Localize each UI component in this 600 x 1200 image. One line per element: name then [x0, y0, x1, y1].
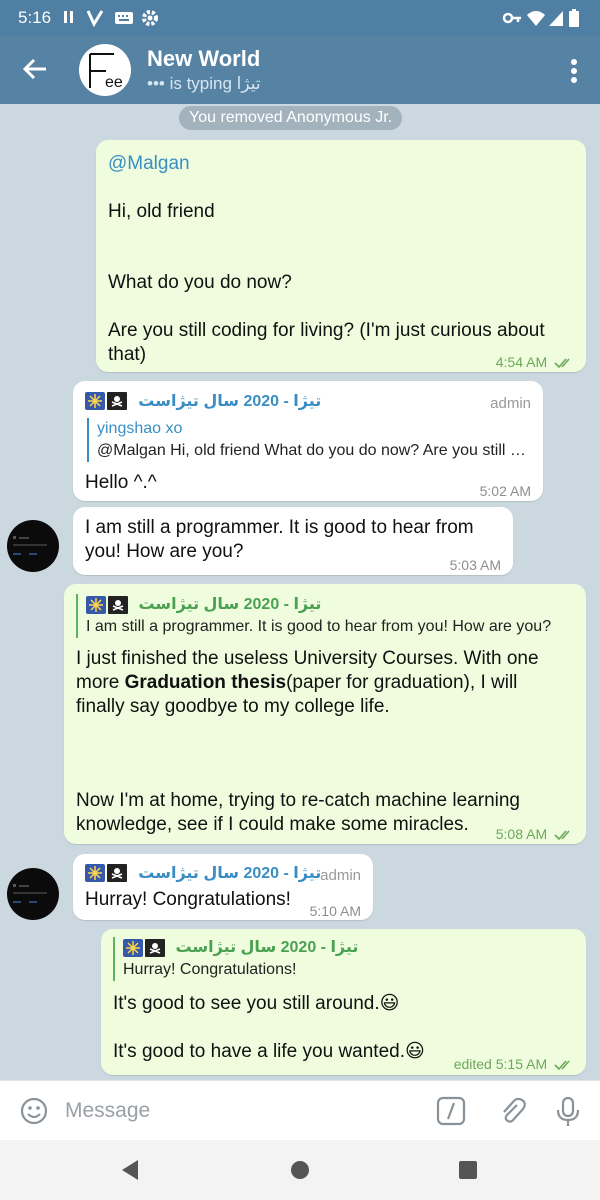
chat-header: ee New World ••• is typing تیژا [0, 36, 600, 104]
message-time: 5:02 AM [479, 483, 531, 499]
home-circle-icon[interactable] [289, 1159, 311, 1181]
message-text: It's good to see you still around.😃 [113, 993, 400, 1014]
message-text-line: more Graduation thesis(paper for graduat… [76, 671, 517, 695]
message-incoming-2[interactable]: تیژا - 2020 سال تیژاست admin yingshao xo… [73, 381, 543, 501]
reply-text: Hurray! Congratulations! [123, 961, 297, 978]
message-text: finally say goodbye to my college life. [76, 696, 390, 717]
message-text: you! How are you? [85, 541, 244, 562]
message-time: 4:54 AM [496, 350, 574, 374]
reply-author-row: تیژا - 2020 سال تیژاست [86, 594, 572, 616]
emoji-icon[interactable] [19, 1096, 49, 1126]
message-outgoing-6[interactable]: تیژا - 2020 سال تیژاست Hurray! Congratul… [101, 929, 586, 1075]
message-text: Hello ^.^ [85, 472, 157, 493]
message-outgoing-1[interactable]: @Malgan Hi, old friend What do you do no… [96, 140, 586, 372]
command-icon[interactable] [436, 1096, 466, 1126]
message-input[interactable]: Message [65, 1099, 150, 1123]
time-label: 5:08 AM [495, 826, 548, 842]
reply-text: I am still a programmer. It is good to h… [86, 618, 552, 635]
message-text: (paper for graduation), I will [286, 672, 518, 693]
double-check-icon [554, 830, 570, 841]
group-avatar-logo: ee [89, 53, 123, 91]
message-input-bar: Message [0, 1080, 600, 1140]
reply-author: yingshao xo [97, 420, 183, 437]
message-text: that) [108, 344, 147, 365]
reply-quote[interactable]: تیژا - 2020 سال تیژاست Hurray! Congratul… [113, 937, 573, 981]
chat-area[interactable]: You removed Anonymous Jr. @Malgan Hi, ol… [0, 104, 600, 1080]
message-text: knowledge, see if I could make some mira… [76, 814, 469, 835]
avatar[interactable] [7, 868, 59, 920]
message-text: Hi, old friend [108, 201, 215, 222]
message-text: I am still a programmer. It is good to h… [85, 517, 474, 538]
signal-icon [549, 11, 563, 26]
message-text: Are you still coding for living? (I'm ju… [108, 320, 545, 341]
group-avatar[interactable]: ee [79, 44, 131, 96]
avatar-image [13, 536, 47, 555]
chat-title[interactable]: New World [147, 46, 260, 72]
mention-link[interactable]: @Malgan [108, 152, 190, 176]
message-time: 5:08 AM [496, 822, 574, 846]
message-incoming-3[interactable]: I am still a programmer. It is good to h… [73, 507, 513, 575]
message-text: It's good to have a life you wanted.😃 [113, 1041, 425, 1062]
pause-icon [64, 11, 73, 23]
double-check-icon [554, 358, 570, 369]
message-time: edited 5:15 AM [454, 1052, 574, 1076]
message-text: What do you do now? [108, 272, 292, 293]
recents-square-icon[interactable] [458, 1160, 478, 1180]
battery-icon [569, 9, 579, 27]
message-incoming-5[interactable]: تیژا - 2020 سال تیژاست admin Hurray! Con… [73, 854, 373, 920]
typing-status: ••• is typing تیژا [147, 74, 261, 93]
sender-name[interactable]: تیژا - 2020 سال تیژاست [138, 393, 321, 410]
reply-text: @Malgan Hi, old friend What do you do no… [97, 442, 529, 459]
mic-icon[interactable] [555, 1096, 581, 1128]
back-arrow-icon[interactable] [22, 56, 48, 82]
time-label: edited 5:15 AM [453, 1056, 548, 1072]
double-check-icon [554, 1060, 570, 1071]
gear-icon [142, 10, 158, 26]
flag-icons [86, 595, 128, 614]
attach-icon[interactable] [497, 1096, 527, 1126]
bold-text: Graduation thesis [124, 672, 287, 693]
system-nav-bar [0, 1140, 600, 1200]
reply-quote[interactable]: yingshao xo @Malgan Hi, old friend What … [87, 418, 529, 462]
admin-badge: admin [320, 867, 361, 884]
time-label: 4:54 AM [495, 354, 548, 370]
avatar-text: ee [105, 74, 123, 91]
sender-row: تیژا - 2020 سال تیژاست [85, 389, 321, 414]
sender-row: تیژا - 2020 سال تیژاست [85, 861, 321, 886]
reply-author: تیژا - 2020 سال تیژاست [175, 939, 359, 956]
message-text: I just finished the useless University C… [76, 648, 539, 669]
flag-icons [85, 391, 127, 410]
reply-quote[interactable]: تیژا - 2020 سال تیژاست I am still a prog… [76, 594, 572, 638]
wifi-icon [527, 11, 545, 26]
key-icon [502, 12, 521, 24]
message-time: 5:03 AM [449, 557, 501, 573]
status-time: 5:16 [18, 8, 52, 27]
message-time: 5:10 AM [309, 903, 361, 919]
v-icon [86, 10, 104, 27]
flag-icons [123, 938, 165, 957]
message-outgoing-4[interactable]: تیژا - 2020 سال تیژاست I am still a prog… [64, 584, 586, 844]
avatar[interactable] [7, 520, 59, 572]
message-text: Now I'm at home, trying to re-catch mach… [76, 790, 520, 811]
message-text: Hurray! Congratulations! [85, 889, 291, 910]
reply-author: تیژا - 2020 سال تیژاست [138, 596, 322, 613]
back-triangle-icon[interactable] [120, 1159, 140, 1181]
sender-name[interactable]: تیژا - 2020 سال تیژاست [138, 865, 321, 882]
status-bar: 5:16 [0, 0, 600, 36]
flag-icons [85, 863, 127, 882]
reply-author-row: تیژا - 2020 سال تیژاست [123, 937, 573, 959]
avatar-image [13, 884, 47, 903]
message-text: more [76, 672, 125, 693]
admin-badge: admin [490, 395, 531, 412]
service-message: You removed Anonymous Jr. [179, 106, 403, 130]
keyboard-icon [115, 12, 133, 24]
more-vert-icon[interactable] [570, 58, 578, 84]
